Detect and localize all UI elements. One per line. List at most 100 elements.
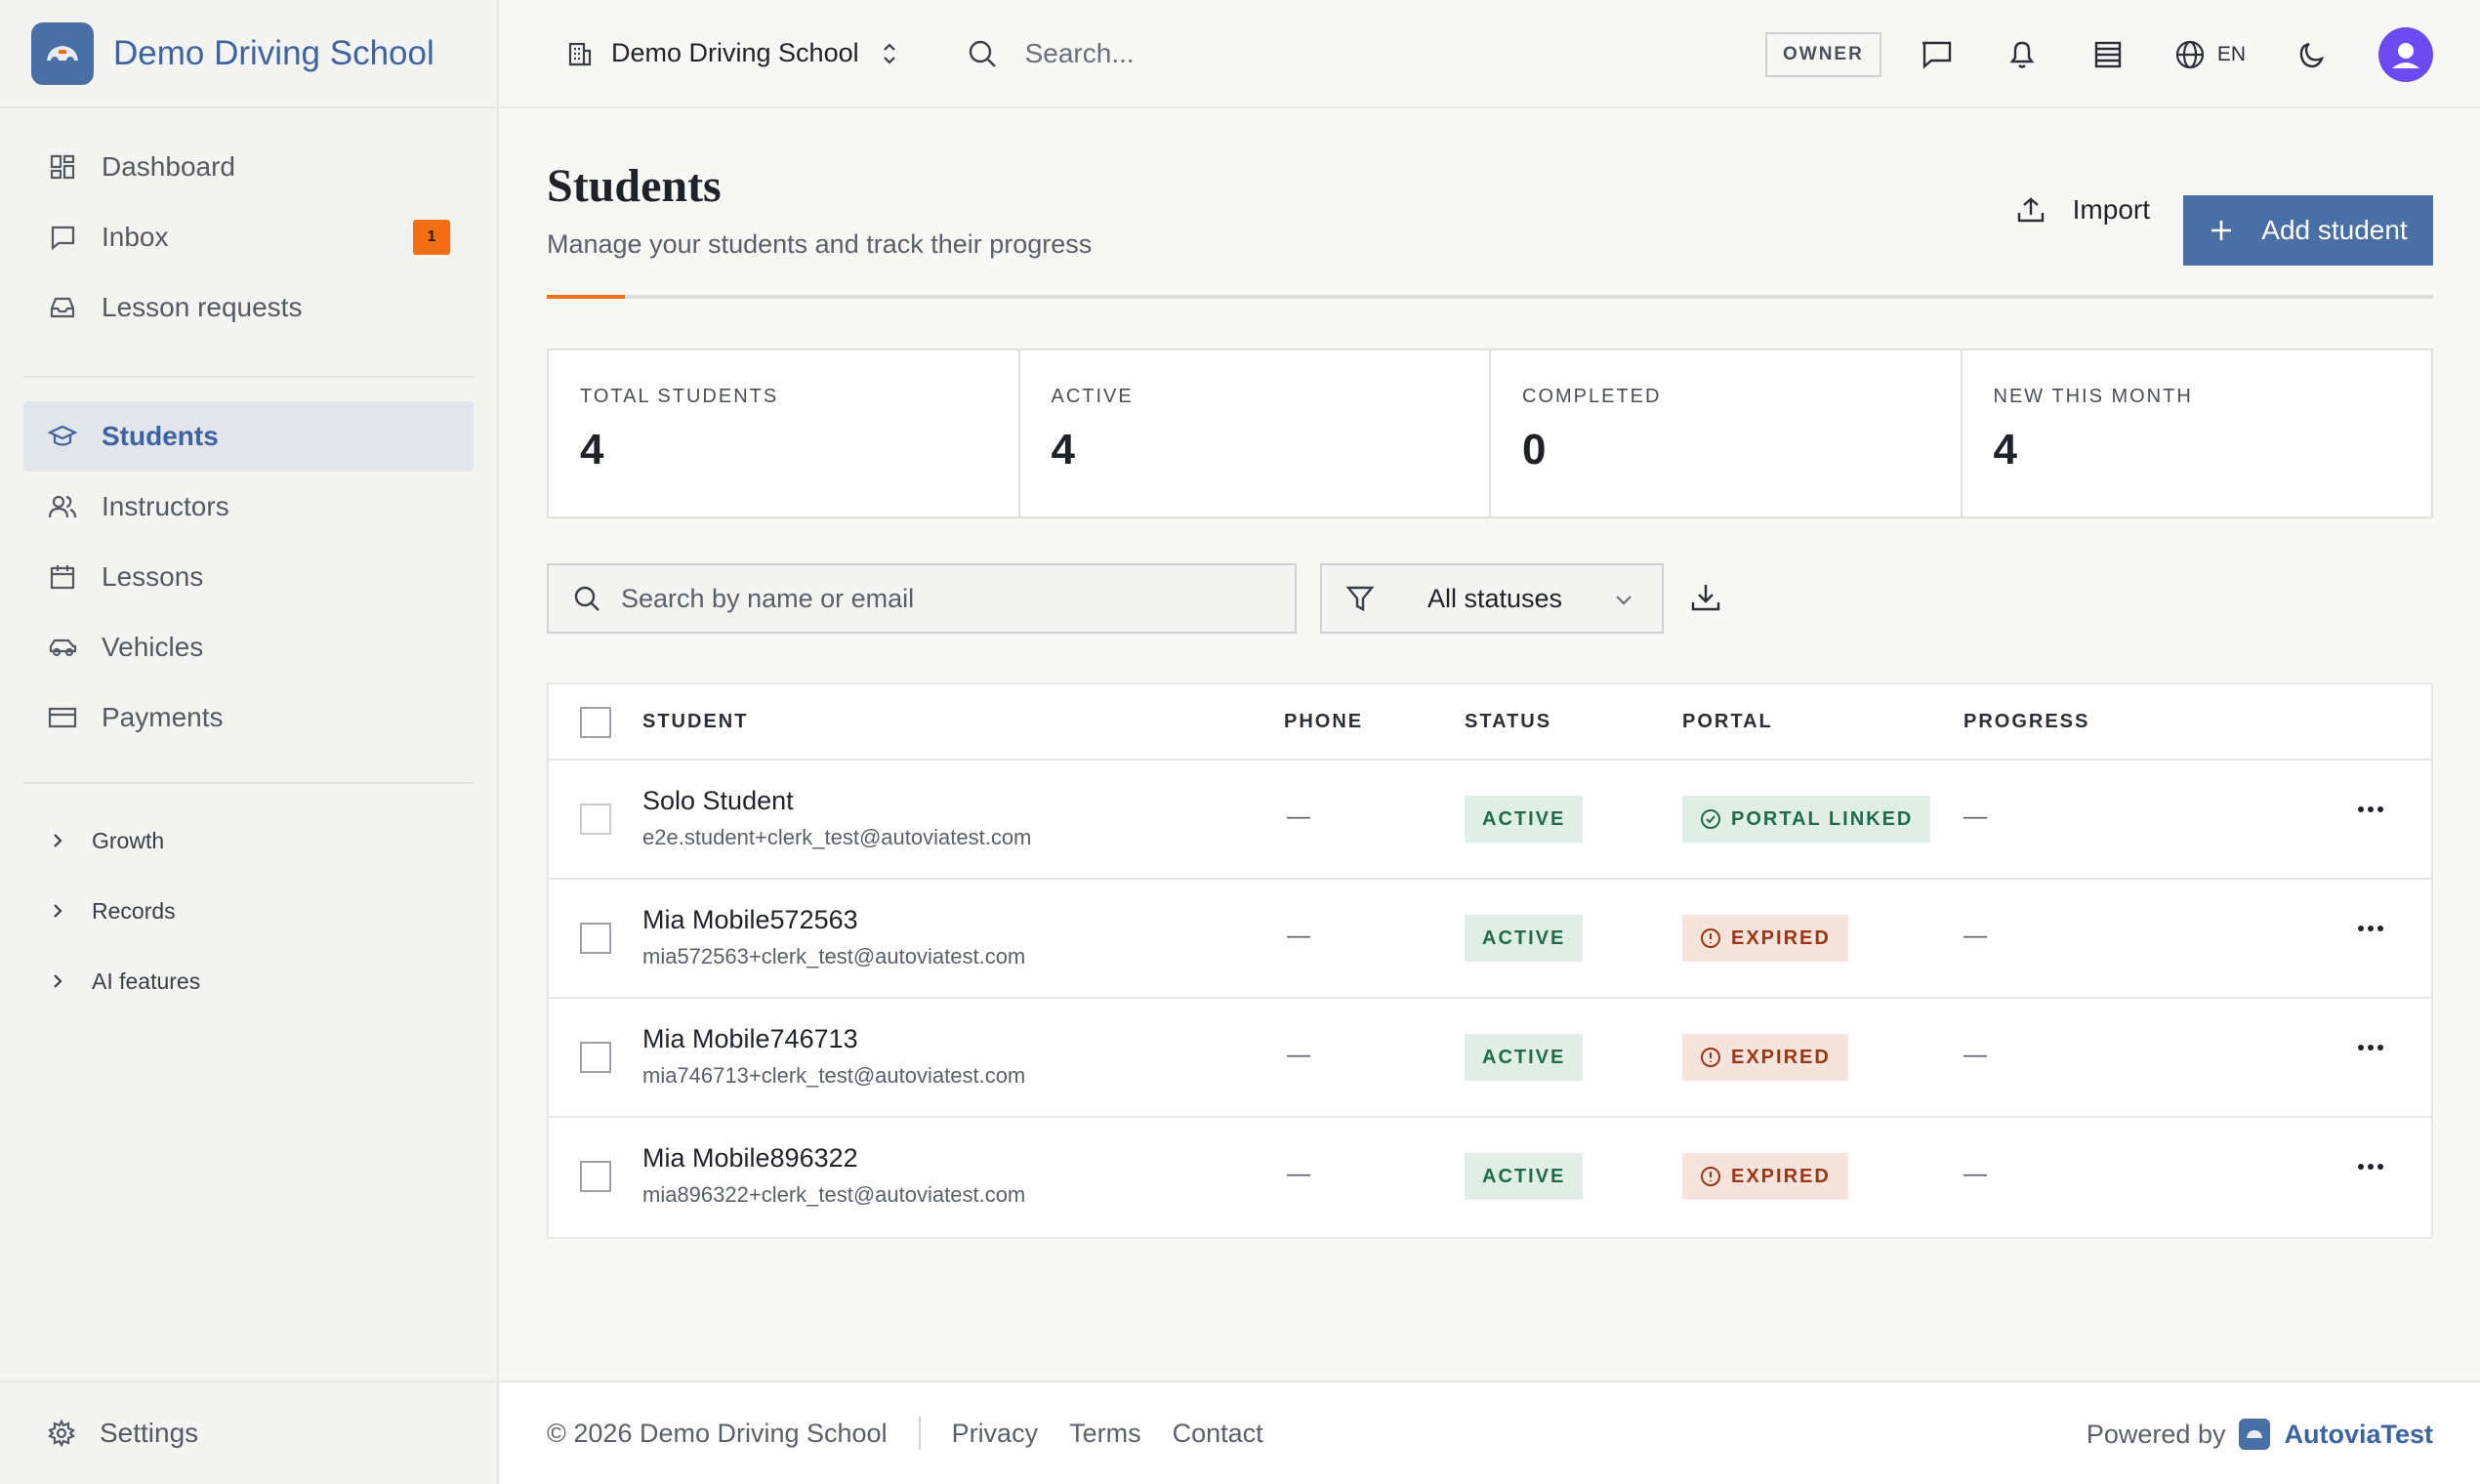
table-row[interactable]: Mia Mobile572563 mia572563+clerk_test@au… xyxy=(549,880,2431,999)
row-checkbox[interactable] xyxy=(580,923,611,954)
sidebar-item-dashboard[interactable]: Dashboard xyxy=(23,132,474,202)
page-subtitle: Manage your students and track their pro… xyxy=(547,229,1093,259)
more-actions-icon[interactable] xyxy=(2357,1044,2384,1051)
sidebar-item-label: Instructors xyxy=(102,491,229,521)
stat-label: NEW THIS MONTH xyxy=(1993,386,2193,407)
powered-by[interactable]: Powered by AutoviaTest xyxy=(2087,1382,2433,1484)
sidebar-item-label: Lessons xyxy=(102,561,204,592)
sidebar-group-ai-features[interactable]: AI features xyxy=(0,946,497,1016)
footer: © 2026 Demo Driving School Privacy Terms… xyxy=(500,1381,2480,1484)
stats-row: TOTAL STUDENTS 4 ACTIVE 4 COMPLETED 0 NE… xyxy=(547,349,2433,518)
footer-copyright: © 2026 Demo Driving School xyxy=(547,1418,888,1448)
chat-icon[interactable] xyxy=(1917,35,1956,74)
inbox-tray-icon xyxy=(47,292,78,323)
sidebar-group-growth[interactable]: Growth xyxy=(0,805,497,876)
download-icon[interactable] xyxy=(1689,581,1722,614)
sidebar-divider xyxy=(23,782,474,784)
calendar-icon xyxy=(47,561,78,593)
column-header: PHONE xyxy=(1284,711,1364,732)
more-actions-icon[interactable] xyxy=(2357,925,2384,932)
topbar: Demo Driving School Search... OWNER EN xyxy=(500,0,2480,108)
footer-link-privacy[interactable]: Privacy xyxy=(952,1419,1039,1449)
sidebar-item-inbox[interactable]: Inbox 1 xyxy=(23,202,474,272)
bell-icon[interactable] xyxy=(2003,35,2042,74)
nav-secondary: Students Instructors Lessons Vehicles Pa… xyxy=(0,392,497,753)
more-actions-icon[interactable] xyxy=(2357,1163,2384,1171)
page-header: Students Manage your students and track … xyxy=(547,108,2433,304)
global-search[interactable]: Search... xyxy=(967,38,1135,69)
gear-icon xyxy=(47,1419,76,1448)
status-badge: ACTIVE xyxy=(1465,796,1584,843)
credit-card-icon xyxy=(47,702,78,733)
language-switcher[interactable]: EN xyxy=(2174,39,2246,70)
table-row[interactable]: Solo Student e2e.student+clerk_test@auto… xyxy=(549,761,2431,880)
plus-icon xyxy=(2209,218,2234,243)
stat-label: TOTAL STUDENTS xyxy=(580,386,779,407)
brand[interactable]: Demo Driving School xyxy=(0,0,497,108)
moon-icon[interactable] xyxy=(2293,35,2332,74)
sidebar-item-instructors[interactable]: Instructors xyxy=(23,472,474,542)
upload-icon xyxy=(2016,195,2046,225)
sidebar-item-settings[interactable]: Settings xyxy=(0,1381,497,1484)
footer-link-contact[interactable]: Contact xyxy=(1173,1419,1263,1449)
student-progress: — xyxy=(1963,804,1987,830)
status-filter-select[interactable]: All statuses xyxy=(1320,563,1664,634)
sidebar-item-label: Dashboard xyxy=(102,151,235,182)
row-checkbox[interactable] xyxy=(580,1161,611,1192)
sidebar-group-label: Growth xyxy=(92,827,165,853)
sidebar-group-records[interactable]: Records xyxy=(0,876,497,946)
building-icon xyxy=(566,40,594,67)
stat-label: ACTIVE xyxy=(1051,386,1134,407)
graduation-cap-icon xyxy=(47,421,78,452)
status-badge: ACTIVE xyxy=(1465,1034,1584,1081)
sidebar-group-label: AI features xyxy=(92,968,201,994)
globe-icon xyxy=(2174,39,2206,70)
student-phone: — xyxy=(1287,804,1310,830)
row-checkbox[interactable] xyxy=(580,1042,611,1073)
more-actions-icon[interactable] xyxy=(2357,805,2384,813)
brand-name: Demo Driving School xyxy=(113,33,434,72)
student-email: mia746713+clerk_test@autoviatest.com xyxy=(642,1063,1026,1088)
alert-circle-icon xyxy=(1700,1166,1721,1187)
portal-badge-label: EXPIRED xyxy=(1731,1165,1831,1187)
import-button[interactable]: Import xyxy=(2016,194,2150,226)
list-icon[interactable] xyxy=(2088,35,2128,74)
table-row[interactable]: Mia Mobile746713 mia746713+clerk_test@au… xyxy=(549,999,2431,1118)
stat-value: 4 xyxy=(1993,426,2017,474)
add-student-button[interactable]: Add student xyxy=(2183,195,2433,266)
sidebar-item-lesson-requests[interactable]: Lesson requests xyxy=(23,272,474,343)
inbox-count-badge: 1 xyxy=(413,220,450,255)
powered-by-label: Powered by xyxy=(2086,1419,2226,1449)
check-circle-icon xyxy=(1700,808,1721,830)
student-search-input[interactable] xyxy=(621,583,1246,614)
column-header: PORTAL xyxy=(1682,711,1773,732)
students-table: STUDENT PHONE STATUS PORTAL PROGRESS Sol… xyxy=(547,682,2433,1239)
student-email: e2e.student+clerk_test@autoviatest.com xyxy=(642,825,1032,849)
sidebar: Demo Driving School Dashboard Inbox 1 Le… xyxy=(0,0,499,1484)
filters-bar: All statuses xyxy=(547,563,2433,634)
avatar[interactable] xyxy=(2378,26,2433,82)
portal-badge: EXPIRED xyxy=(1682,915,1848,962)
role-badge: OWNER xyxy=(1764,31,1881,77)
student-email: mia896322+clerk_test@autoviatest.com xyxy=(642,1182,1026,1207)
stat-value: 4 xyxy=(580,426,604,474)
table-row[interactable]: Mia Mobile896322 mia896322+clerk_test@au… xyxy=(549,1118,2431,1237)
select-all-checkbox[interactable] xyxy=(580,707,611,738)
sidebar-divider xyxy=(23,376,474,378)
column-header: STATUS xyxy=(1465,711,1552,732)
sidebar-item-payments[interactable]: Payments xyxy=(23,682,474,753)
autoviatest-logo-icon xyxy=(2239,1419,2271,1450)
portal-badge: PORTAL LINKED xyxy=(1682,796,1931,843)
sidebar-item-lessons[interactable]: Lessons xyxy=(23,542,474,612)
sidebar-item-vehicles[interactable]: Vehicles xyxy=(23,612,474,682)
progress-indicator xyxy=(547,295,625,299)
chevron-right-icon xyxy=(51,971,74,991)
row-checkbox[interactable] xyxy=(580,804,611,835)
users-icon xyxy=(47,491,78,522)
student-email: mia572563+clerk_test@autoviatest.com xyxy=(642,944,1026,969)
alert-circle-icon xyxy=(1700,1047,1721,1068)
footer-link-terms[interactable]: Terms xyxy=(1069,1419,1141,1449)
school-switcher[interactable]: Demo Driving School xyxy=(566,38,898,68)
portal-badge-label: EXPIRED xyxy=(1731,1046,1831,1068)
sidebar-item-students[interactable]: Students xyxy=(23,401,474,472)
